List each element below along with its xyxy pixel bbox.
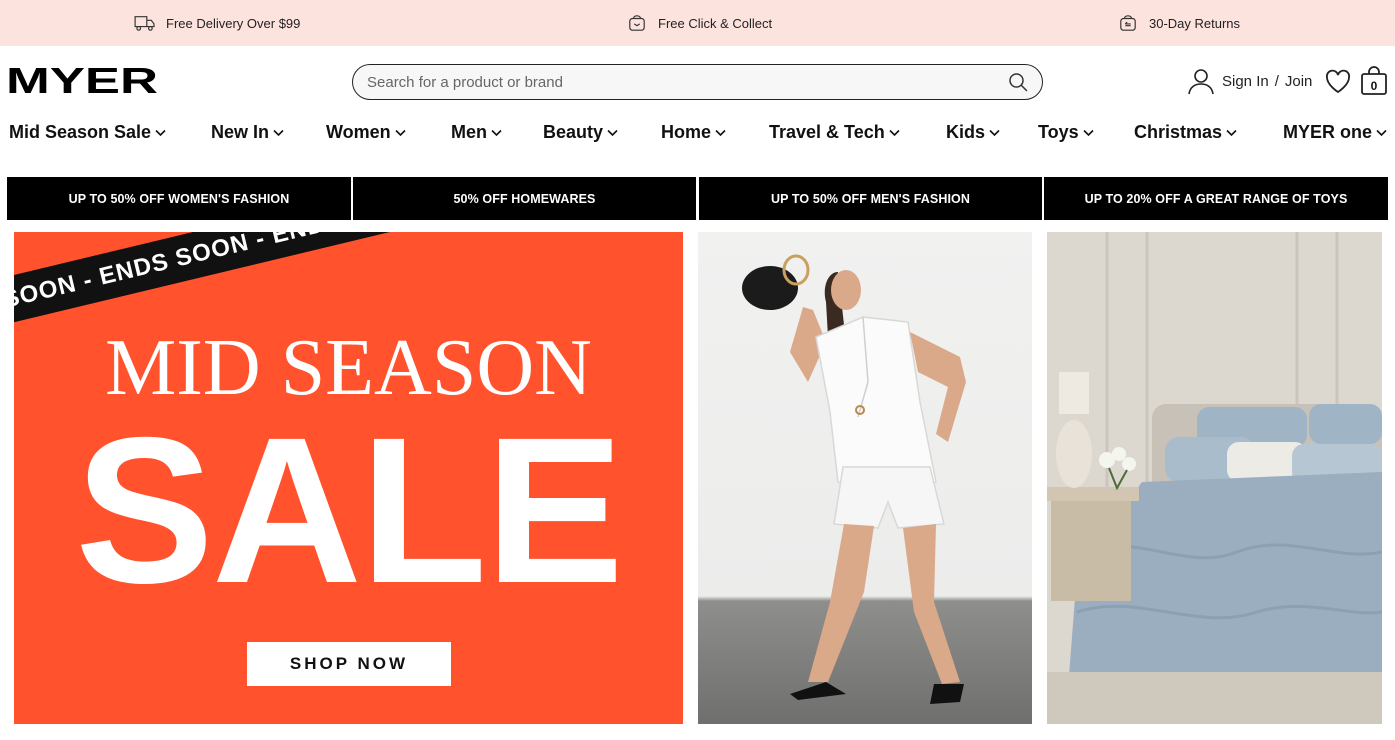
- chevron-down-icon: [607, 129, 618, 136]
- nav-new-in[interactable]: New In: [211, 122, 284, 143]
- nav-kids[interactable]: Kids: [946, 122, 1000, 143]
- main-nav: Mid Season Sale New In Women Men Beauty …: [0, 118, 1395, 148]
- nav-label: Travel & Tech: [769, 122, 885, 142]
- fashion-promo-image[interactable]: [698, 232, 1032, 724]
- promo-returns[interactable]: 30-Day Returns: [1117, 14, 1240, 32]
- bedroom-illustration: [1047, 232, 1382, 724]
- nav-label: Toys: [1038, 122, 1079, 142]
- heart-icon[interactable]: [1324, 68, 1352, 96]
- nav-mid-season-sale[interactable]: Mid Season Sale: [9, 122, 166, 143]
- promo-click-collect[interactable]: Free Click & Collect: [626, 14, 772, 32]
- chevron-down-icon: [1226, 129, 1237, 136]
- promo-label: Free Delivery Over $99: [166, 15, 301, 31]
- nav-label: Women: [326, 122, 391, 142]
- chevron-down-icon: [273, 129, 284, 136]
- user-icon: [1188, 69, 1214, 95]
- truck-icon: [134, 16, 155, 31]
- nav-beauty[interactable]: Beauty: [543, 122, 618, 143]
- chevron-down-icon: [715, 129, 726, 136]
- promo-free-delivery[interactable]: Free Delivery Over $99: [134, 14, 300, 32]
- nav-men[interactable]: Men: [451, 122, 502, 143]
- account-link[interactable]: Sign In / Join: [1186, 66, 1312, 96]
- nav-label: New In: [211, 122, 270, 142]
- offer-homewares[interactable]: 50% OFF HOMEWARES: [353, 177, 696, 220]
- nav-label: Mid Season Sale: [9, 122, 152, 142]
- shop-now-button[interactable]: SHOP NOW: [247, 642, 451, 686]
- bag-click-icon: [629, 15, 645, 31]
- chevron-down-icon: [1083, 129, 1094, 136]
- offer-mens-fashion[interactable]: UP TO 50% OFF MEN'S FASHION: [699, 177, 1042, 220]
- myer-logo[interactable]: MYER: [6, 64, 158, 96]
- logo-text: MYER: [6, 64, 158, 96]
- search-box[interactable]: [352, 64, 1043, 100]
- nav-travel-tech[interactable]: Travel & Tech: [769, 122, 900, 143]
- promo-strip: Free Delivery Over $99 Free Click & Coll…: [0, 0, 1395, 46]
- returns-icon: [1120, 15, 1136, 31]
- shopping-bag-icon[interactable]: 0: [1360, 66, 1388, 96]
- search-icon[interactable]: [1008, 72, 1028, 92]
- promo-label: Free Click & Collect: [658, 15, 773, 31]
- nav-label: Kids: [946, 122, 986, 142]
- nav-women[interactable]: Women: [326, 122, 406, 143]
- nav-label: Christmas: [1134, 122, 1223, 142]
- account-separator: /: [1274, 72, 1279, 90]
- offer-toys[interactable]: UP TO 20% OFF A GREAT RANGE OF TOYS: [1044, 177, 1388, 220]
- woman-fashion-illustration: [742, 254, 966, 704]
- offer-womens-fashion[interactable]: UP TO 50% OFF WOMEN'S FASHION: [7, 177, 351, 220]
- promo-label: 30-Day Returns: [1149, 15, 1241, 31]
- ends-soon-ribbon: DS SOON - ENDS SOON - ENDS SOON - ENDS S…: [14, 232, 683, 336]
- sign-in-link[interactable]: Sign In: [1222, 73, 1269, 90]
- chevron-down-icon: [395, 129, 406, 136]
- chevron-down-icon: [1376, 129, 1387, 136]
- nav-label: Men: [451, 122, 487, 142]
- bag-count: 0: [1371, 79, 1378, 93]
- ribbon-text: DS SOON - ENDS SOON - ENDS SOON - ENDS S…: [14, 232, 597, 324]
- search-input[interactable]: [367, 72, 987, 92]
- nav-christmas[interactable]: Christmas: [1134, 122, 1237, 143]
- chevron-down-icon: [889, 129, 900, 136]
- join-link[interactable]: Join: [1285, 73, 1313, 90]
- nav-label: Home: [661, 122, 712, 142]
- nav-myer-one[interactable]: MYER one: [1283, 122, 1387, 143]
- chevron-down-icon: [155, 129, 166, 136]
- nav-toys[interactable]: Toys: [1038, 122, 1094, 143]
- chevron-down-icon: [491, 129, 502, 136]
- nav-home[interactable]: Home: [661, 122, 726, 143]
- chevron-down-icon: [989, 129, 1000, 136]
- nav-label: Beauty: [543, 122, 604, 142]
- hero-sale-text: SALE: [75, 395, 624, 627]
- hero-sale-banner[interactable]: DS SOON - ENDS SOON - ENDS SOON - ENDS S…: [14, 232, 683, 724]
- homewares-promo-image[interactable]: [1047, 232, 1382, 724]
- nav-label: MYER one: [1283, 122, 1373, 142]
